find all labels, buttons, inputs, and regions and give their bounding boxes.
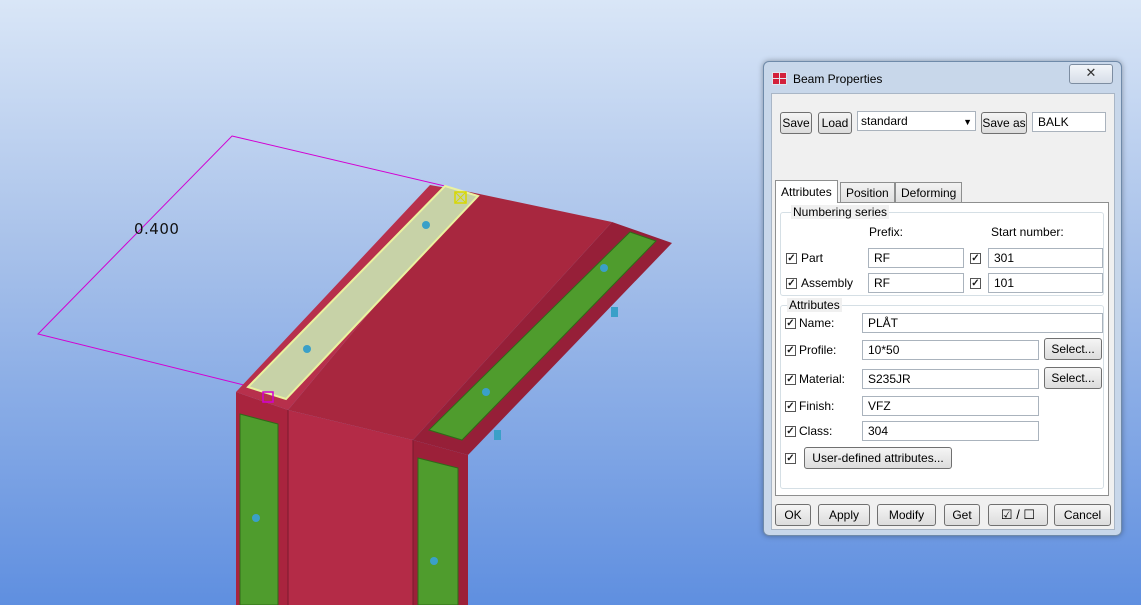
cancel-button[interactable]: Cancel [1054,504,1111,526]
column-plate-left [239,413,279,605]
bolt [600,264,608,272]
bolt [422,221,430,229]
profile-select-button[interactable]: Select... [1044,338,1102,360]
dimension-label: 0.400 [134,220,180,238]
assembly-prefix-input[interactable]: RF [868,273,964,293]
attributes-title: Attributes [787,298,842,312]
app-icon [772,72,787,85]
attributes-panel: Numbering series Prefix: Start number: ✓… [775,202,1109,496]
profile-checkbox[interactable]: ✓ [785,345,796,356]
part-checkbox[interactable]: ✓ [786,253,797,264]
profile-label: Profile: [799,343,837,357]
dialog-body: Save Load standard ▼ Save as BALK Attrib… [771,93,1115,530]
udf-checkbox[interactable]: ✓ [785,453,796,464]
part-start-input[interactable]: 301 [988,248,1103,268]
dialog-titlebar[interactable]: Beam Properties ✕ [764,62,1121,92]
numbering-group: Numbering series Prefix: Start number: ✓… [780,205,1104,296]
part-prefix-input[interactable]: RF [868,248,964,268]
column-front-face [288,410,413,605]
preset-value: standard [861,114,908,128]
user-defined-attributes-button[interactable]: User-defined attributes... [804,447,952,469]
assembly-start-checkbox[interactable]: ✓ [970,278,981,289]
bolt [494,430,501,440]
assembly-start-input[interactable]: 101 [988,273,1103,293]
tab-position[interactable]: Position [840,182,895,203]
chevron-down-icon: ▼ [963,117,972,127]
dialog-title: Beam Properties [793,72,883,86]
load-button[interactable]: Load [818,112,852,134]
finish-input[interactable]: VFZ [862,396,1039,416]
bolt [252,514,260,522]
prefix-header: Prefix: [869,225,904,239]
get-button[interactable]: Get [944,504,980,526]
column-plate-right [417,457,459,605]
beam-properties-dialog: Beam Properties ✕ Save Load standard ▼ S… [763,61,1122,536]
preset-select[interactable]: standard ▼ [857,111,976,131]
bolt [611,307,618,317]
class-input[interactable]: 304 [862,421,1039,441]
finish-label: Finish: [799,399,835,413]
material-checkbox[interactable]: ✓ [785,374,796,385]
material-select-button[interactable]: Select... [1044,367,1102,389]
assembly-checkbox[interactable]: ✓ [786,278,797,289]
material-input[interactable]: S235JR [862,369,1039,389]
material-label: Material: [799,372,846,386]
part-label: Part [801,251,824,265]
close-icon: ✕ [1085,65,1097,80]
modify-button[interactable]: Modify [877,504,936,526]
toggle-all-button[interactable]: ☑ / ☐ [988,504,1048,526]
assembly-label: Assembly [801,276,854,290]
attributes-group: Attributes ✓ Name: PLÅT ✓ Profile: 10*50… [780,298,1104,489]
class-checkbox[interactable]: ✓ [785,426,796,437]
ok-button[interactable]: OK [775,504,811,526]
part-start-checkbox[interactable]: ✓ [970,253,981,264]
numbering-title: Numbering series [791,205,890,219]
profile-input[interactable]: 10*50 [862,340,1039,360]
bolt [482,388,490,396]
save-button[interactable]: Save [780,112,812,134]
class-label: Class: [799,424,833,438]
apply-button[interactable]: Apply [818,504,870,526]
save-as-input[interactable]: BALK [1032,112,1106,132]
finish-checkbox[interactable]: ✓ [785,401,796,412]
name-checkbox[interactable]: ✓ [785,318,796,329]
tab-attributes[interactable]: Attributes [775,180,838,203]
close-button[interactable]: ✕ [1069,64,1113,84]
tab-deforming[interactable]: Deforming [895,182,963,203]
start-number-header: Start number: [991,225,1064,239]
name-input[interactable]: PLÅT [862,313,1103,333]
bolt [303,345,311,353]
bolt [430,557,438,565]
name-label: Name: [799,316,835,330]
save-as-button[interactable]: Save as [981,112,1027,134]
